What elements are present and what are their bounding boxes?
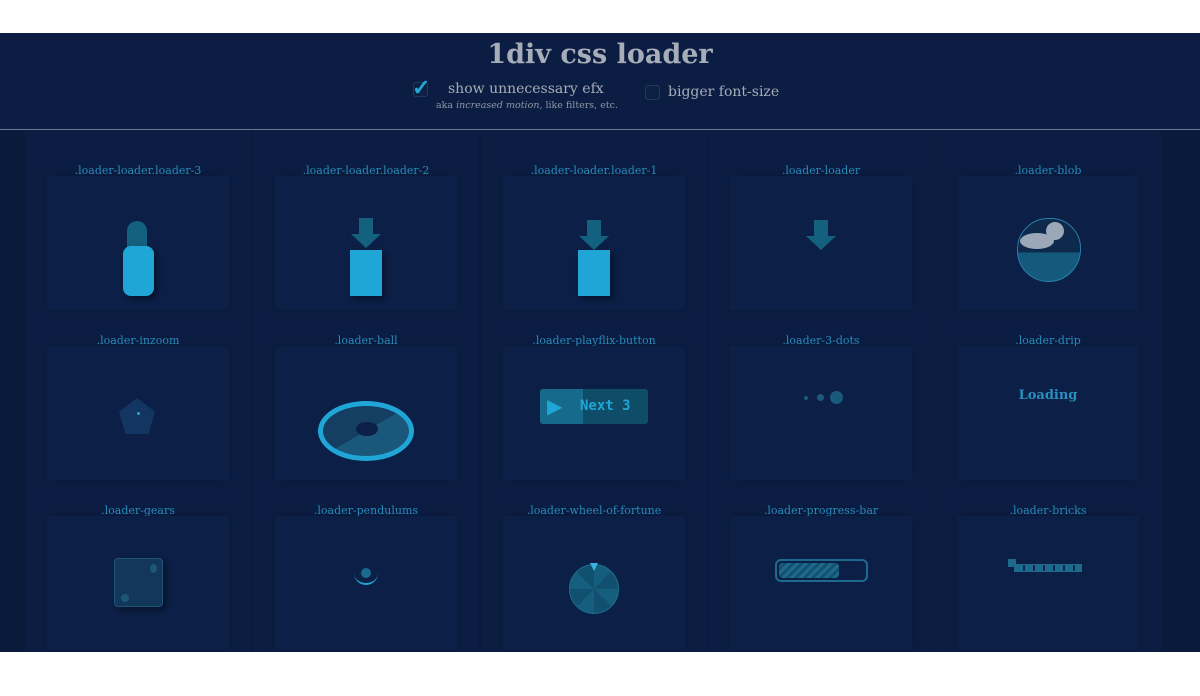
loader-preview	[730, 516, 912, 650]
loader-shape	[350, 250, 382, 296]
loader-shape	[356, 422, 378, 436]
loader-shape	[361, 568, 371, 578]
loader-shape	[119, 398, 155, 434]
loader-preview	[275, 516, 457, 650]
loader-preview	[730, 346, 912, 480]
loader-shape	[1017, 218, 1081, 282]
loader-shape	[814, 220, 828, 236]
loader-shape	[590, 563, 598, 571]
note-em: increased motion	[456, 100, 540, 111]
loader-shape	[318, 401, 414, 461]
show-efx-note: aka increased motion, like filters, etc.	[436, 100, 618, 111]
loader-shape	[830, 391, 843, 404]
loader-shape	[1014, 564, 1082, 572]
page-title: 1div css loader	[487, 39, 713, 70]
loader-shape	[351, 234, 381, 248]
show-efx-option[interactable]: ✓ show unnecessary efx	[412, 77, 604, 99]
loader-preview	[503, 176, 685, 310]
loader-preview	[47, 516, 229, 650]
loader-preview: ▶ Next 3	[503, 346, 685, 480]
show-efx-checkbox[interactable]: ✓	[412, 77, 430, 99]
loader-preview	[275, 346, 457, 480]
page: 1div css loader ✓ show unnecessary efx a…	[0, 33, 1200, 652]
bigger-font-label: bigger font-size	[668, 84, 780, 100]
loader-shape	[804, 396, 808, 400]
loader-shape	[150, 564, 157, 573]
bigger-font-checkbox[interactable]	[645, 84, 660, 100]
loader-shape	[587, 220, 601, 236]
loader-preview	[47, 346, 229, 480]
loader-preview	[275, 176, 457, 310]
loader-shape	[579, 236, 609, 250]
loader-preview: Loading	[957, 346, 1139, 480]
loader-shape	[806, 236, 836, 250]
playflix-button[interactable]: ▶ Next 3	[540, 389, 648, 424]
play-icon: ▶	[547, 394, 563, 418]
loader-shape	[359, 218, 373, 234]
loader-shape	[123, 246, 154, 296]
loader-shape	[578, 250, 610, 296]
show-efx-label: show unnecessary efx	[448, 81, 604, 97]
loader-preview	[730, 176, 912, 310]
loader-shape	[137, 412, 140, 415]
drip-text: Loading	[1018, 388, 1078, 403]
loader-preview	[47, 176, 229, 310]
loader-shape	[1046, 222, 1064, 240]
loader-shape	[121, 594, 129, 602]
loader-preview	[503, 516, 685, 650]
note-prefix: aka	[436, 100, 457, 111]
bigger-font-option[interactable]: bigger font-size	[645, 84, 779, 100]
loader-preview	[957, 516, 1139, 650]
header: 1div css loader ✓ show unnecessary efx a…	[0, 33, 1200, 130]
loader-shape	[817, 394, 824, 401]
loader-preview	[957, 176, 1139, 310]
playflix-text: Next 3	[580, 398, 631, 414]
checkmark-icon: ✓	[412, 74, 431, 101]
loader-shape	[775, 559, 868, 582]
loader-shape	[569, 564, 619, 614]
progress-fill	[779, 563, 839, 578]
note-suffix: , like filters, etc.	[539, 100, 619, 111]
